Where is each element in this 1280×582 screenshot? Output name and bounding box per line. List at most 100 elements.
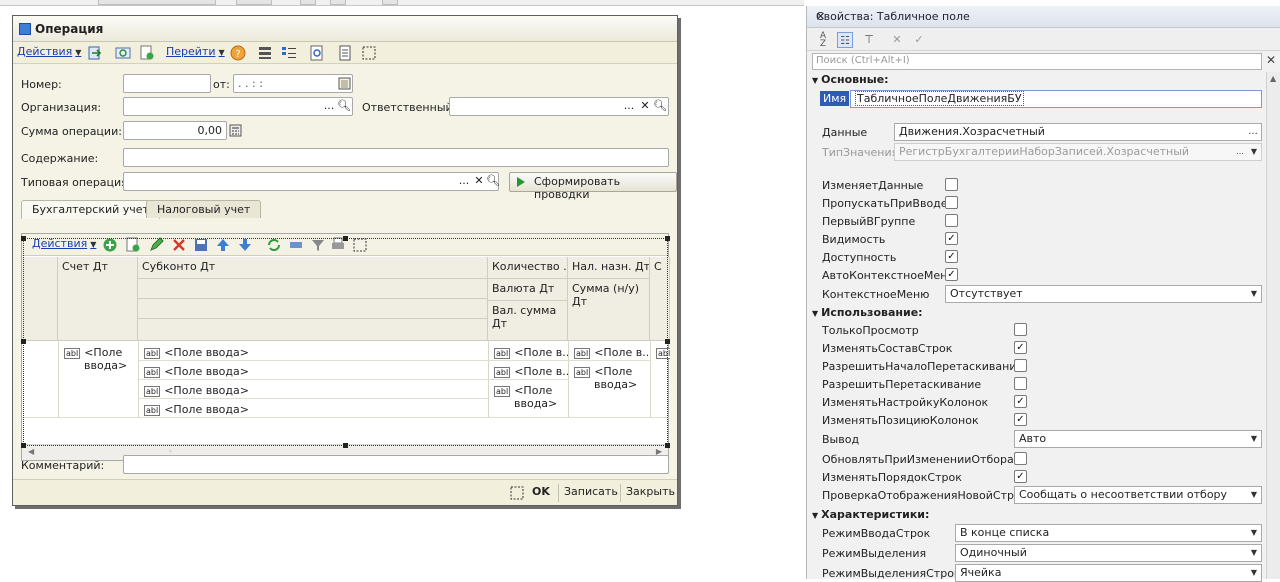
prop-changes-data-checkbox[interactable] [945, 178, 958, 191]
prop-row-input-mode-select[interactable]: В конце списка ▼ [955, 524, 1262, 542]
help-icon[interactable]: ? [230, 45, 246, 61]
prop-change-columns-position-checkbox[interactable]: ✓ [1014, 413, 1027, 426]
sum-field[interactable]: 0,00 [123, 121, 227, 140]
structure-icon[interactable] [257, 45, 273, 61]
prop-allow-drag-start-checkbox[interactable] [1014, 359, 1027, 372]
search-clear-icon[interactable]: ✕ [1266, 53, 1276, 67]
toolbar-combo[interactable] [98, 0, 216, 5]
prop-row-selection-mode: РежимВыделенияСтроки [822, 567, 968, 580]
document-icon[interactable] [337, 45, 353, 61]
copy-doc-icon[interactable] [139, 45, 155, 61]
resize-handle[interactable] [665, 236, 670, 241]
name-property-field[interactable]: ТабличноеПолеДвиженияБУ [850, 90, 1262, 108]
prop-allow-drag-checkbox[interactable] [1014, 377, 1027, 390]
resize-handle[interactable] [21, 236, 26, 241]
chevron-down-icon[interactable]: ▼ [1247, 286, 1261, 302]
apply-icon[interactable]: ✓ [911, 32, 927, 48]
tab-accounting[interactable]: Бухгалтерский учет [21, 200, 160, 219]
list-settings-icon[interactable] [281, 45, 297, 61]
toolbar-icon[interactable] [300, 0, 316, 5]
close-icon[interactable]: ✕ [816, 10, 1274, 23]
prop-skip-on-input-checkbox[interactable] [945, 196, 958, 209]
cancel-icon[interactable]: ✕ [889, 32, 905, 48]
responsible-clear-icon[interactable]: ✕ [637, 98, 653, 115]
typical-operation-field[interactable] [123, 172, 499, 191]
refresh-doc-icon[interactable] [115, 45, 131, 61]
scroll-left-icon[interactable]: ◀ [28, 447, 34, 456]
prop-selection-mode-select[interactable]: Одиночный ▼ [955, 544, 1262, 562]
chevron-down-icon[interactable]: ▼ [1247, 487, 1261, 503]
data-select-button[interactable]: ... [1245, 124, 1261, 140]
prop-first-in-group-checkbox[interactable] [945, 214, 958, 227]
typical-search-icon[interactable]: 🔍︎ [485, 173, 501, 190]
frame-select-icon[interactable] [361, 45, 377, 61]
prop-auto-context-menu-checkbox[interactable]: ✓ [945, 268, 958, 281]
prop-enabled-checkbox[interactable]: ✓ [945, 250, 958, 263]
scroll-up-icon[interactable]: ▲ [1270, 74, 1276, 83]
post-icon[interactable] [87, 45, 103, 61]
preview-icon[interactable] [309, 45, 325, 61]
organization-select-button[interactable]: ... [321, 98, 337, 115]
prop-allow-drag-start: РазрешитьНачалоПеретаскивания [822, 360, 1024, 373]
filter-props-icon[interactable]: ⊤ [861, 32, 877, 48]
prop-context-menu-select[interactable]: Отсутствует ▼ [945, 285, 1262, 303]
organization-search-icon[interactable]: 🔍︎ [336, 98, 352, 115]
section-basic[interactable]: ▼ Основные: [812, 73, 889, 89]
toolbar-icon[interactable] [330, 0, 346, 5]
prop-output-select[interactable]: Авто ▼ [1014, 430, 1262, 448]
goto-menu[interactable]: Перейти ▼ [166, 45, 225, 58]
toolbar-icon[interactable] [382, 0, 398, 5]
prop-check-new-row-select[interactable]: Сообщать о несоответствии отбору ▼ [1014, 486, 1262, 504]
prop-change-columns-settings-checkbox[interactable]: ✓ [1014, 395, 1027, 408]
prop-change-rows-checkbox[interactable]: ✓ [1014, 341, 1027, 354]
prop-enabled: Доступность [822, 251, 897, 264]
prop-visibility-checkbox[interactable]: ✓ [945, 232, 958, 245]
prop-read-only-checkbox[interactable] [1014, 323, 1027, 336]
close-button[interactable]: Закрыть [626, 485, 675, 498]
section-characteristics[interactable]: ▼ Характеристики: [812, 508, 929, 524]
content-label: Содержание: [21, 152, 99, 165]
chevron-down-icon[interactable]: ▼ [1247, 525, 1261, 541]
calendar-icon[interactable] [338, 77, 351, 90]
number-field[interactable] [123, 74, 211, 93]
generate-entries-button[interactable]: Сформировать проводки [509, 172, 677, 201]
date-label: от: [213, 78, 230, 91]
organization-field[interactable] [123, 97, 353, 116]
prop-change-row-order-checkbox[interactable]: ✓ [1014, 470, 1027, 483]
prop-refresh-on-filter: ОбновлятьПриИзмененииОтбора [822, 453, 1014, 466]
responsible-search-icon[interactable]: 🔍︎ [652, 98, 668, 115]
date-field[interactable]: . . : : [233, 74, 353, 93]
selection-frame [23, 238, 668, 446]
toolbar-combo-2[interactable] [236, 0, 272, 5]
ok-button[interactable]: OK [532, 485, 550, 498]
resize-handle[interactable] [21, 339, 26, 344]
categories-icon[interactable]: ☷ [837, 32, 853, 48]
resize-handle[interactable] [665, 339, 670, 344]
resize-handle[interactable] [343, 443, 348, 448]
prop-row-selection-mode-select[interactable]: Ячейка ▼ [955, 564, 1262, 582]
prop-first-in-group: ПервыйВГруппе [822, 215, 916, 228]
properties-vertical-scrollbar[interactable]: ▲ [1266, 72, 1280, 579]
resize-handle[interactable] [343, 236, 348, 241]
prop-refresh-on-filter-checkbox[interactable] [1014, 452, 1027, 465]
section-usage[interactable]: ▼ Использование: [812, 306, 923, 322]
content-field[interactable] [123, 148, 669, 167]
resize-handle[interactable] [665, 443, 670, 448]
comment-field[interactable] [123, 455, 669, 474]
data-property-field[interactable]: Движения.Хозрасчетный... [894, 123, 1262, 141]
actions-menu[interactable]: Действия ▼ [17, 45, 81, 58]
sort-alpha-icon[interactable]: AZ [815, 32, 831, 49]
save-button[interactable]: Записать [564, 485, 618, 498]
responsible-select-button[interactable]: ... [621, 98, 637, 115]
frame-icon [510, 486, 524, 500]
chevron-down-icon[interactable]: ▼ [1247, 431, 1261, 447]
prop-context-menu: КонтекстноеМеню [822, 288, 930, 301]
tab-tax[interactable]: Налоговый учет [146, 200, 262, 218]
chevron-down-icon[interactable]: ▼ [1247, 545, 1261, 561]
data-property-label: Данные [822, 126, 868, 139]
calculator-icon[interactable] [229, 124, 242, 137]
form-icon [19, 23, 31, 35]
property-search-input[interactable]: Поиск (Ctrl+Alt+I) [812, 53, 1262, 70]
typical-select-button[interactable]: ... [456, 173, 472, 190]
resize-handle[interactable] [21, 443, 26, 448]
